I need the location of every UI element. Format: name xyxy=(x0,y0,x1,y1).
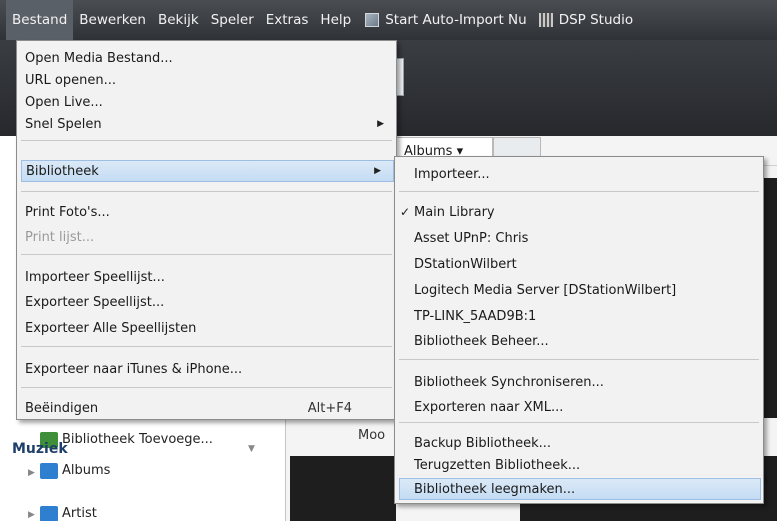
menu-item-label: Bibliotheek leegmaken... xyxy=(414,481,576,497)
menu-item-print-photos[interactable]: Print Foto's... xyxy=(17,201,396,223)
albums-icon xyxy=(40,463,58,479)
expand-arrow-icon[interactable]: ▶ xyxy=(28,510,35,520)
menu-item-logitech[interactable]: Logitech Media Server [DStationWilbert] xyxy=(395,279,763,301)
chevron-down-icon[interactable]: ▼ xyxy=(248,444,255,454)
menu-item-label: Open Live... xyxy=(25,94,103,110)
menu-item-export-all-playlists[interactable]: Exporteer Alle Speellijsten xyxy=(17,317,396,339)
menu-item-label: Bibliotheek Beheer... xyxy=(414,333,549,349)
menu-speler[interactable]: Speler xyxy=(205,0,260,40)
menu-item-label: Open Media Bestand... xyxy=(25,50,173,66)
menu-item-label: Terugzetten Bibliotheek... xyxy=(414,457,581,473)
album-cover[interactable] xyxy=(290,456,396,521)
menu-item-library-manage[interactable]: Bibliotheek Beheer... xyxy=(395,330,763,352)
menu-item-quick-play[interactable]: Snel Spelen ▶ xyxy=(17,113,396,135)
start-auto-import-button[interactable]: Start Auto-Import Nu xyxy=(385,0,533,40)
menu-separator xyxy=(21,346,392,347)
menu-item-label: Main Library xyxy=(414,204,495,220)
menu-bewerken[interactable]: Bewerken xyxy=(73,0,152,40)
menu-item-main-library[interactable]: ✓ Main Library xyxy=(395,201,763,223)
menu-item-backup-library[interactable]: Backup Bibliotheek... xyxy=(395,432,763,454)
sidebar-item-albums[interactable]: Albums xyxy=(62,463,110,478)
menu-item-label: Beëindigen xyxy=(25,400,99,416)
menu-item-print-list: Print lijst... xyxy=(17,226,396,248)
submenu-arrow-icon: ▶ xyxy=(377,119,384,129)
menu-item-label: Asset UPnP: Chris xyxy=(414,230,529,246)
menu-separator xyxy=(399,359,759,360)
menu-item-label: Print Foto's... xyxy=(25,204,110,220)
menu-item-label: Exporteer naar iTunes & iPhone... xyxy=(25,361,243,377)
equalizer-icon[interactable] xyxy=(538,13,553,27)
artist-icon xyxy=(40,506,58,521)
sidebar-item-artist[interactable]: Artist xyxy=(62,506,97,521)
menu-item-label: DStationWilbert xyxy=(414,256,517,272)
menu-item-export-itunes[interactable]: Exporteer naar iTunes & iPhone... xyxy=(17,358,396,380)
image-icon[interactable] xyxy=(365,13,380,27)
menu-item-dstation[interactable]: DStationWilbert xyxy=(395,253,763,275)
menu-separator xyxy=(21,191,392,192)
menu-item-clear-library[interactable]: Bibliotheek leegmaken... xyxy=(399,478,761,500)
menu-item-label: Bibliotheek Synchroniseren... xyxy=(414,374,604,390)
checkmark-icon: ✓ xyxy=(400,205,411,219)
dsp-studio-button[interactable]: DSP Studio xyxy=(559,0,639,40)
menu-separator xyxy=(399,422,759,423)
menu-item-label: Print lijst... xyxy=(25,229,95,245)
menu-separator xyxy=(21,140,392,141)
menu-separator xyxy=(399,191,759,192)
menu-help[interactable]: Help xyxy=(314,0,357,40)
menu-item-import-playlist[interactable]: Importeer Speellijst... xyxy=(17,266,396,288)
library-submenu-tail: Bibliotheek leegmaken... xyxy=(394,476,764,504)
menu-item-label: URL openen... xyxy=(25,72,116,88)
menu-separator xyxy=(21,254,392,255)
menu-item-label: TP-LINK_5AAD9B:1 xyxy=(414,308,537,324)
menu-item-open-media[interactable]: Open Media Bestand... xyxy=(17,47,396,69)
shortcut-label: Alt+F4 xyxy=(307,400,352,416)
menu-item-tplink[interactable]: TP-LINK_5AAD9B:1 xyxy=(395,305,763,327)
menu-item-import[interactable]: Importeer... xyxy=(395,163,763,185)
file-menu: Open Media Bestand... URL openen... Open… xyxy=(16,40,397,420)
menu-item-label: Exporteren naar XML... xyxy=(414,399,564,415)
menu-bestand[interactable]: Bestand xyxy=(6,0,74,40)
menu-separator xyxy=(21,387,392,388)
menu-bar: Bestand Bewerken Bekijk Speler Extras He… xyxy=(0,0,777,40)
menu-bekijk[interactable]: Bekijk xyxy=(152,0,205,40)
menu-extras[interactable]: Extras xyxy=(260,0,315,40)
menu-item-library-sync[interactable]: Bibliotheek Synchroniseren... xyxy=(395,371,763,393)
menu-item-library[interactable]: Bibliotheek ▶ xyxy=(21,160,394,182)
menu-item-label: Logitech Media Server [DStationWilbert] xyxy=(414,282,677,298)
sidebar-item-add-library[interactable]: Bibliotheek Toevoege... xyxy=(62,432,213,447)
menu-item-export-playlist[interactable]: Exporteer Speellijst... xyxy=(17,291,396,313)
menu-item-label: Exporteer Alle Speellijsten xyxy=(25,320,197,336)
menu-item-label: Exporteer Speellijst... xyxy=(25,294,165,310)
menu-item-label: Snel Spelen xyxy=(25,116,102,132)
expand-arrow-icon[interactable]: ▶ xyxy=(28,468,35,478)
menu-item-open-url[interactable]: URL openen... xyxy=(17,69,396,91)
menu-item-restore-library[interactable]: Terugzetten Bibliotheek... xyxy=(395,455,763,475)
sidebar-section-music[interactable]: Muziek xyxy=(12,441,68,457)
menu-item-open-live[interactable]: Open Live... xyxy=(17,91,396,113)
menu-item-export-xml[interactable]: Exporteren naar XML... xyxy=(395,396,763,418)
menu-item-label: Backup Bibliotheek... xyxy=(414,435,552,451)
menu-item-asset-upnp[interactable]: Asset UPnP: Chris xyxy=(395,227,763,249)
menu-item-exit[interactable]: Beëindigen Alt+F4 xyxy=(17,397,396,419)
library-submenu: Importeer... ✓ Main Library Asset UPnP: C… xyxy=(394,156,764,478)
album-caption: Moo xyxy=(358,428,386,443)
menu-item-label: Importeer... xyxy=(414,166,490,182)
menu-item-label: Bibliotheek xyxy=(26,163,99,179)
submenu-arrow-icon: ▶ xyxy=(374,166,381,176)
menu-item-label: Importeer Speellijst... xyxy=(25,269,165,285)
